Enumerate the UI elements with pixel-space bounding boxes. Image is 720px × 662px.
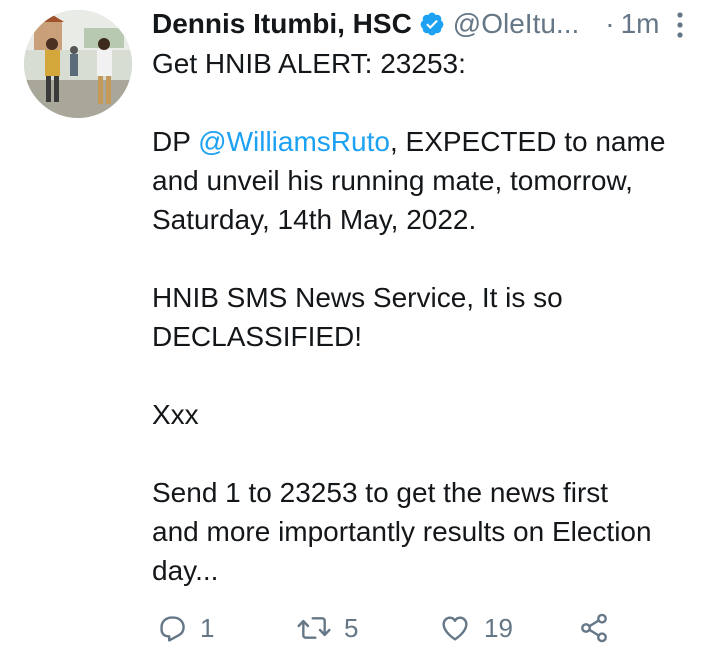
tweet-actions: 1 5 19 (156, 608, 720, 648)
reply-button[interactable]: 1 (156, 608, 214, 648)
author-handle[interactable]: @OleItu... (453, 8, 579, 40)
tweet-timestamp[interactable]: 1m (621, 8, 660, 40)
tweet-line: Xxx (152, 399, 199, 430)
mention-link[interactable]: @WilliamsRuto (198, 126, 390, 157)
tweet-line: and more importantly results on Election (152, 516, 652, 547)
avatar[interactable] (24, 10, 132, 118)
separator-dot: · (605, 8, 615, 39)
retweet-count: 5 (344, 612, 359, 643)
share-button[interactable] (578, 608, 610, 648)
tweet-line: Send 1 to 23253 to get the news first (152, 477, 609, 508)
tweet-line: day... (152, 555, 219, 586)
tweet-text-segment: , EXPECTED to name (389, 126, 666, 157)
tweet-line: DECLASSIFIED! (152, 321, 363, 352)
more-options-icon[interactable] (672, 10, 688, 40)
tweet-text-segment: DP (152, 126, 199, 157)
tweet-header: Dennis Itumbi, HSC @OleItu... · 1m (152, 4, 720, 44)
like-icon (438, 612, 472, 644)
tweet-line: DP @WilliamsRuto, EXPECTED to name (152, 122, 712, 161)
reply-count: 1 (200, 612, 215, 643)
share-icon (578, 612, 610, 644)
author-name[interactable]: Dennis Itumbi, HSC (152, 8, 412, 40)
tweet-line: and unveil his running mate, tomorrow, (152, 165, 633, 196)
tweet-card[interactable]: Dennis Itumbi, HSC @OleItu... · 1m Get H… (0, 0, 720, 662)
tweet-line: Get HNIB ALERT: 23253: (152, 48, 466, 79)
reply-icon (156, 612, 188, 644)
like-count: 19 (484, 612, 513, 643)
tweet-line: HNIB SMS News Service, It is so (152, 282, 563, 313)
retweet-icon (296, 612, 332, 644)
tweet-line: Saturday, 14th May, 2022. (152, 204, 477, 235)
like-button[interactable]: 19 (438, 608, 513, 648)
tweet-text: Get HNIB ALERT: 23253: DP @WilliamsRuto,… (152, 44, 712, 590)
retweet-button[interactable]: 5 (296, 608, 358, 648)
verified-badge-icon (419, 11, 445, 37)
